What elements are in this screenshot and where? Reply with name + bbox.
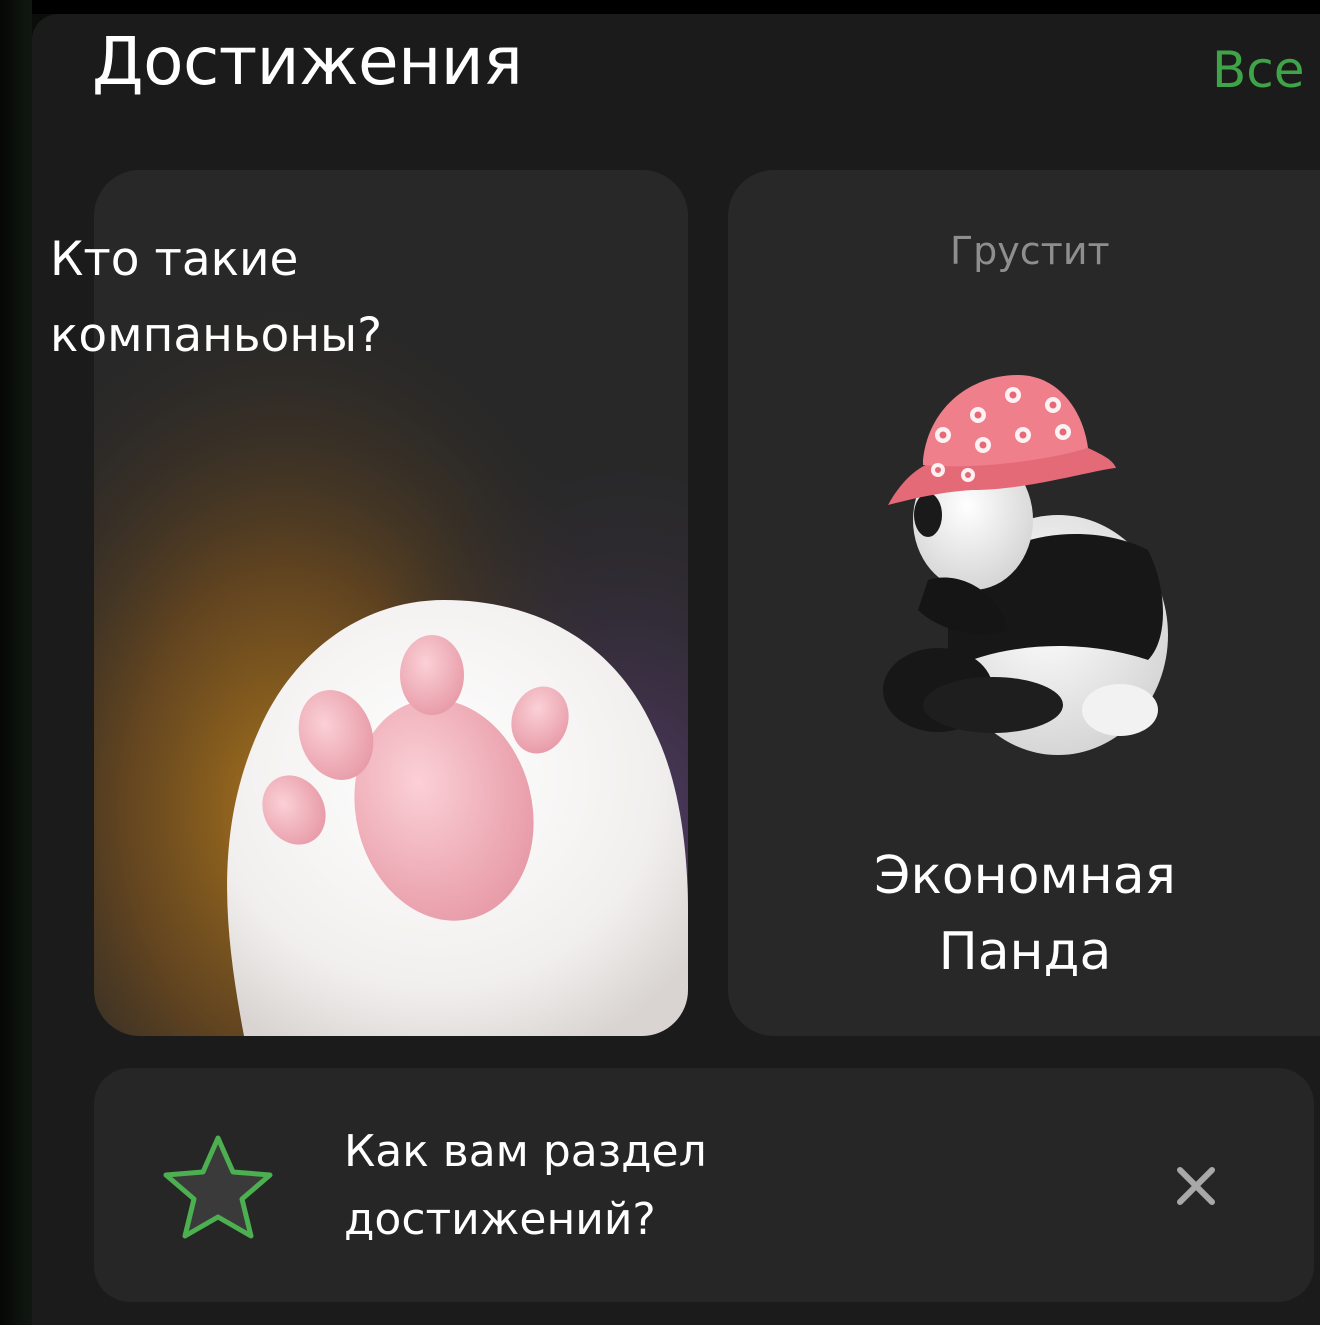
panda-achievement-name: Экономная Панда bbox=[800, 838, 1250, 990]
close-icon[interactable] bbox=[1166, 1156, 1226, 1216]
companions-title-line2: компаньоны? bbox=[50, 308, 383, 363]
all-achievements-link[interactable]: Все bbox=[1212, 38, 1305, 102]
feedback-question: Как вам раздел достижений? bbox=[344, 1118, 707, 1254]
panda-status-label: Грустит bbox=[950, 229, 1110, 273]
panda-name-line2: Панда bbox=[938, 922, 1112, 982]
page-title: Достижения bbox=[92, 23, 523, 100]
status-bar-strip bbox=[0, 0, 1320, 14]
companions-card-title: Кто такие компаньоны? bbox=[50, 222, 550, 374]
feedback-line1: Как вам раздел bbox=[344, 1126, 707, 1177]
panda-name-line1: Экономная bbox=[874, 846, 1176, 906]
star-icon bbox=[163, 1135, 273, 1239]
feedback-line2: достижений? bbox=[344, 1194, 656, 1245]
left-edge-background bbox=[0, 0, 32, 1325]
companions-title-line1: Кто такие bbox=[50, 232, 299, 287]
